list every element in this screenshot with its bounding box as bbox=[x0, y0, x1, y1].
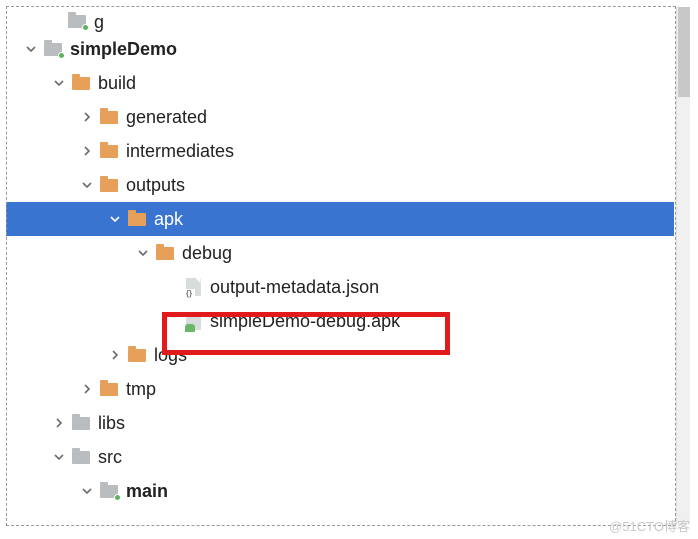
tree-row-tmp[interactable]: tmp bbox=[6, 372, 674, 406]
tree-row-simpledemo[interactable]: simpleDemo bbox=[6, 32, 674, 66]
tree-row[interactable]: g bbox=[6, 10, 674, 32]
chevron-down-icon[interactable] bbox=[50, 448, 68, 466]
chevron-right-icon[interactable] bbox=[106, 346, 124, 364]
tree-label: g bbox=[94, 13, 104, 31]
tree-label: src bbox=[98, 448, 122, 466]
tree-row-main[interactable]: main bbox=[6, 474, 674, 508]
tree-label: build bbox=[98, 74, 136, 92]
tree-label: simpleDemo bbox=[70, 40, 177, 58]
chevron-down-icon[interactable] bbox=[22, 40, 40, 58]
tree-label: main bbox=[126, 482, 168, 500]
folder-icon bbox=[98, 175, 120, 195]
file-tree[interactable]: g simpleDemo build generated bbox=[6, 6, 674, 532]
tree-row-generated[interactable]: generated bbox=[6, 100, 674, 134]
tree-row-output-metadata[interactable]: {} output-metadata.json bbox=[6, 270, 674, 304]
watermark: @51CTO博客 bbox=[609, 516, 690, 535]
chevron-down-icon[interactable] bbox=[134, 244, 152, 262]
tree-label: libs bbox=[98, 414, 125, 432]
chevron-right-icon[interactable] bbox=[78, 380, 96, 398]
apk-file-icon bbox=[182, 311, 204, 331]
folder-icon bbox=[70, 73, 92, 93]
tree-row-outputs[interactable]: outputs bbox=[6, 168, 674, 202]
chevron-right-icon[interactable] bbox=[78, 142, 96, 160]
tree-label: intermediates bbox=[126, 142, 234, 160]
chevron-down-icon[interactable] bbox=[50, 74, 68, 92]
json-file-icon: {} bbox=[182, 277, 204, 297]
folder-icon bbox=[98, 379, 120, 399]
tree-row-build[interactable]: build bbox=[6, 66, 674, 100]
chevron-down-icon[interactable] bbox=[78, 482, 96, 500]
tree-label: apk bbox=[154, 210, 183, 228]
folder-icon bbox=[70, 413, 92, 433]
folder-icon bbox=[70, 447, 92, 467]
tree-row-libs[interactable]: libs bbox=[6, 406, 674, 440]
tree-row-debug[interactable]: debug bbox=[6, 236, 674, 270]
scrollbar-thumb[interactable] bbox=[678, 7, 690, 97]
tree-label: tmp bbox=[126, 380, 156, 398]
tree-label: generated bbox=[126, 108, 207, 126]
folder-icon bbox=[98, 141, 120, 161]
vertical-scrollbar[interactable] bbox=[676, 7, 690, 525]
tree-row-logs[interactable]: logs bbox=[6, 338, 674, 372]
chevron-right-icon[interactable] bbox=[78, 108, 96, 126]
tree-label: logs bbox=[154, 346, 187, 364]
folder-icon bbox=[126, 209, 148, 229]
tree-label: outputs bbox=[126, 176, 185, 194]
chevron-down-icon[interactable] bbox=[106, 210, 124, 228]
chevron-down-icon[interactable] bbox=[78, 176, 96, 194]
folder-icon bbox=[66, 11, 88, 31]
tree-label: debug bbox=[182, 244, 232, 262]
folder-icon bbox=[154, 243, 176, 263]
folder-icon bbox=[98, 107, 120, 127]
tree-label: simpleDemo-debug.apk bbox=[210, 312, 400, 330]
tree-label: output-metadata.json bbox=[210, 278, 379, 296]
tree-row-src[interactable]: src bbox=[6, 440, 674, 474]
tree-row-apk[interactable]: apk bbox=[6, 202, 674, 236]
module-folder-icon bbox=[98, 481, 120, 501]
module-folder-icon bbox=[42, 39, 64, 59]
tree-row-intermediates[interactable]: intermediates bbox=[6, 134, 674, 168]
folder-icon bbox=[126, 345, 148, 365]
chevron-right-icon[interactable] bbox=[50, 414, 68, 432]
tree-row-apk-file[interactable]: simpleDemo-debug.apk bbox=[6, 304, 674, 338]
